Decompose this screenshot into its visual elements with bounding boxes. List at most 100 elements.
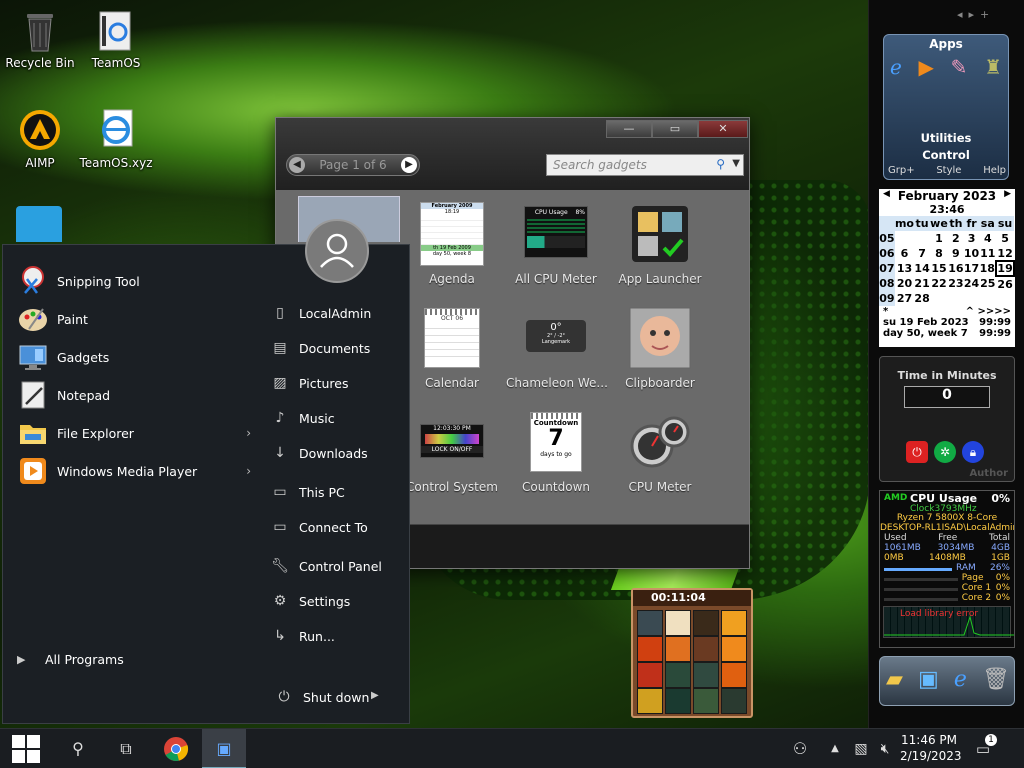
link-connect-to[interactable]: ▭ Connect To: [271, 515, 407, 539]
calendar-day[interactable]: 23: [948, 276, 964, 291]
calendar-day[interactable]: 4: [979, 231, 996, 246]
people-button[interactable]: ⚇: [780, 729, 820, 768]
puzzle-tile[interactable]: [665, 688, 691, 714]
calendar-day[interactable]: 20: [895, 276, 915, 291]
gadgets-taskbar-button[interactable]: ▣: [202, 729, 246, 768]
puzzle-tile[interactable]: [693, 610, 719, 636]
prev-page-button[interactable]: ◀: [289, 157, 305, 173]
calendar-day[interactable]: 13: [895, 261, 915, 276]
program-notepad[interactable]: Notepad: [17, 379, 257, 411]
shutdown-button[interactable]: ⏻ Shut down: [275, 685, 385, 709]
desktop-icon-aimp[interactable]: AIMP: [0, 108, 80, 170]
calendar-day[interactable]: 22: [930, 276, 948, 291]
link-settings[interactable]: ⚙ Settings: [271, 589, 407, 613]
puzzle-tile[interactable]: [665, 610, 691, 636]
minimize-button[interactable]: —: [606, 120, 652, 138]
puzzle-tile[interactable]: [665, 662, 691, 688]
ie-icon[interactable]: ℯ: [954, 667, 967, 692]
program-snipping-tool[interactable]: Snipping Tool: [17, 265, 257, 297]
apps-utilities[interactable]: Utilities: [884, 131, 1008, 145]
paint-icon[interactable]: ✎: [951, 55, 968, 83]
chevron-right-icon[interactable]: ›: [246, 426, 251, 440]
network-icon[interactable]: ▣: [918, 667, 939, 692]
tray-overflow-button[interactable]: ▲: [824, 729, 846, 768]
program-windows-media-player[interactable]: Windows Media Player ›: [17, 455, 257, 487]
gadget-control-system[interactable]: 12:03:30 PM LOCK ON/OFF Control System: [402, 410, 502, 494]
link-localadmin[interactable]: ▯ LocalAdmin: [271, 301, 407, 325]
task-view-button[interactable]: ⧉: [104, 729, 148, 768]
gadget-chameleon-weather[interactable]: 0° 2° / -2° Langemark Chameleon We...: [506, 306, 608, 390]
close-button[interactable]: ✕: [698, 120, 748, 138]
link-run[interactable]: ↳ Run...: [271, 624, 407, 648]
calendar-day[interactable]: 8: [930, 246, 948, 261]
gadget-cpu-meter[interactable]: CPU Meter: [610, 410, 710, 494]
search-button[interactable]: ⚲: [56, 729, 100, 768]
calendar-day[interactable]: 19: [995, 260, 1015, 277]
recycle-bin-icon[interactable]: 🗑︎: [982, 667, 1010, 692]
calendar-nav-left[interactable]: *: [883, 306, 888, 317]
calendar-day[interactable]: 28: [914, 291, 930, 306]
gadget-countdown[interactable]: Countdown 7 days to go Countdown: [506, 410, 606, 494]
puzzle-tile[interactable]: [665, 636, 691, 662]
network-tray-icon[interactable]: ▧: [848, 729, 874, 768]
desktop-icon-partial[interactable]: [16, 206, 62, 242]
link-this-pc[interactable]: ▭ This PC: [271, 480, 407, 504]
maximize-button[interactable]: ▭: [652, 120, 698, 138]
desktop-icon-teamos[interactable]: TeamOS: [76, 8, 156, 70]
calendar-day[interactable]: 21: [914, 276, 930, 291]
puzzle-tile[interactable]: [721, 610, 747, 636]
gadget-app-launcher[interactable]: App Launcher: [610, 202, 710, 286]
calendar-day[interactable]: 5: [996, 231, 1014, 246]
sidebar-nav[interactable]: ◂▸+: [957, 8, 995, 21]
ie-icon[interactable]: ℯ: [890, 55, 902, 83]
desktop-icon-teamos-xyz[interactable]: TeamOS.xyz: [76, 108, 156, 170]
calendar-day[interactable]: 10: [964, 246, 980, 261]
gadget-clipboarder[interactable]: Clipboarder: [610, 306, 710, 390]
clock-button[interactable]: 11:46 PM 2/19/2023: [900, 732, 962, 764]
notifications-button[interactable]: ▭ 1: [968, 729, 998, 768]
next-month-button[interactable]: ▶: [1004, 189, 1011, 199]
help-button[interactable]: Help: [983, 165, 1006, 176]
power-icon[interactable]: ⏻: [906, 441, 928, 463]
apps-control[interactable]: Control: [884, 148, 1008, 162]
calendar-day[interactable]: 27: [895, 291, 915, 306]
folder-icon[interactable]: ▰: [886, 667, 903, 692]
puzzle-tile[interactable]: [637, 688, 663, 714]
calendar-day[interactable]: 2: [948, 231, 964, 246]
next-page-button[interactable]: ▶: [401, 157, 417, 173]
calendar-day[interactable]: 17: [964, 261, 980, 276]
timer-value[interactable]: 0: [904, 386, 990, 408]
media-player-icon[interactable]: ▶: [919, 55, 934, 83]
gadget-calendar[interactable]: OCT 06 Calendar: [402, 306, 502, 390]
gadget-all-cpu-meter[interactable]: CPU Usage 8% All CPU Meter: [506, 202, 606, 286]
chevron-down-icon[interactable]: ▼: [732, 158, 740, 169]
grp-button[interactable]: Grp+: [888, 165, 915, 176]
calendar-day[interactable]: 16: [948, 261, 964, 276]
link-control-panel[interactable]: 🔧︎ Control Panel: [271, 554, 407, 578]
trophy-icon[interactable]: ♜: [984, 55, 1002, 83]
chevron-right-icon[interactable]: ›: [246, 464, 251, 478]
gadget-search-input[interactable]: Search gadgets ⚲ ▼: [546, 154, 744, 176]
puzzle-tile[interactable]: [637, 636, 663, 662]
desktop-icon-recycle-bin[interactable]: Recycle Bin: [0, 8, 80, 70]
calendar-day[interactable]: 25: [979, 276, 996, 291]
shutdown-options-arrow[interactable]: ▶: [371, 690, 379, 701]
link-music[interactable]: ♪ Music: [271, 406, 407, 430]
calendar-day[interactable]: 6: [895, 246, 915, 261]
puzzle-tile[interactable]: [693, 636, 719, 662]
link-pictures[interactable]: ▨ Pictures: [271, 371, 407, 395]
style-button[interactable]: Style: [936, 165, 961, 176]
puzzle-tile[interactable]: [721, 688, 747, 714]
calendar-day[interactable]: 11: [979, 246, 996, 261]
search-icon[interactable]: ⚲: [716, 157, 725, 171]
calendar-nav[interactable]: ^ >>>>: [966, 306, 1011, 317]
link-documents[interactable]: ▤ Documents: [271, 336, 407, 360]
calendar-day[interactable]: 15: [930, 261, 948, 276]
calendar-day[interactable]: 7: [914, 246, 930, 261]
link-downloads[interactable]: ↓ Downloads: [271, 441, 407, 465]
puzzle-tile[interactable]: [693, 662, 719, 688]
chrome-button[interactable]: [154, 729, 198, 768]
calendar-day[interactable]: 12: [996, 246, 1014, 261]
calendar-day[interactable]: 1: [930, 231, 948, 246]
lock-icon[interactable]: 🔒︎: [962, 441, 984, 463]
